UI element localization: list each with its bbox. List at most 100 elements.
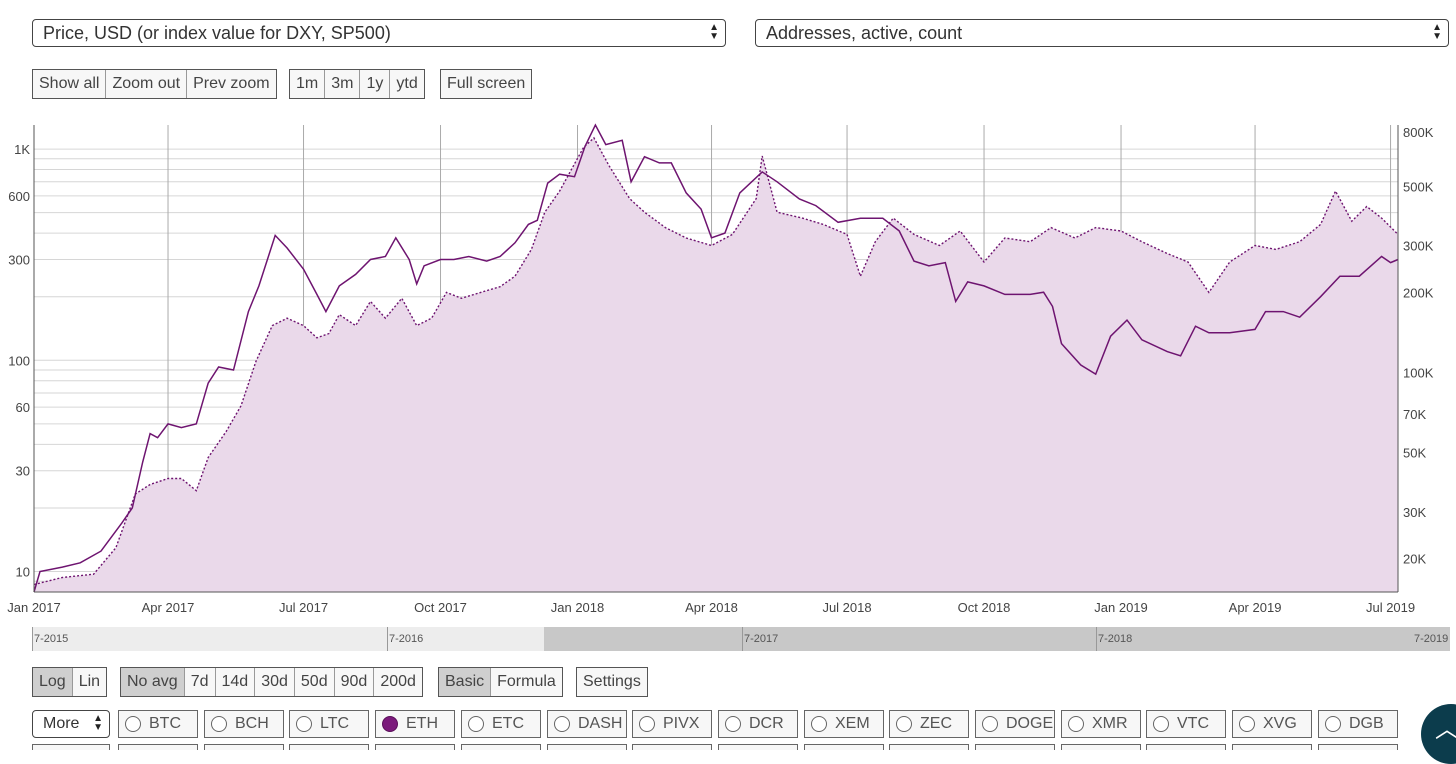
coin-option-label: LTC bbox=[320, 715, 350, 732]
y-right-tick-label: 800K bbox=[1403, 125, 1434, 140]
coin-option-label: BTC bbox=[149, 715, 181, 732]
coin-option-label: DOGE bbox=[1006, 715, 1054, 732]
more-select[interactable]: More ▲ ▼ bbox=[32, 710, 110, 738]
avg-30d-button[interactable]: 30d bbox=[255, 668, 295, 696]
log-scale-button[interactable]: Log bbox=[33, 668, 73, 696]
coin-option-vtc[interactable]: VTC bbox=[1146, 710, 1226, 738]
lin-scale-button[interactable]: Lin bbox=[72, 668, 107, 696]
coin-option-pivx[interactable]: PIVX bbox=[632, 710, 712, 738]
coin-option-dash[interactable]: DASH bbox=[547, 710, 627, 738]
basic-mode-button[interactable]: Basic bbox=[439, 668, 492, 696]
y-right-tick-label: 100K bbox=[1403, 366, 1434, 381]
coin-option-eth[interactable]: ETH bbox=[375, 710, 455, 738]
y-left-tick-label: 300 bbox=[8, 253, 30, 268]
navigator-label: 7-2018 bbox=[1098, 633, 1133, 645]
coin-option-next-row[interactable] bbox=[718, 744, 798, 750]
x-tick-label: Oct 2017 bbox=[414, 600, 467, 615]
show-all-button[interactable]: Show all bbox=[33, 70, 107, 98]
coin-option-label: ETH bbox=[406, 715, 438, 732]
radio-icon bbox=[211, 716, 227, 732]
avg-50d-button[interactable]: 50d bbox=[294, 668, 335, 696]
y-right-tick-label: 50K bbox=[1403, 446, 1426, 461]
coin-option-next-row[interactable] bbox=[1146, 744, 1226, 750]
full-screen-button[interactable]: Full screen bbox=[441, 70, 532, 98]
navigator-scrollbar[interactable]: 7-2015 7-2016 7-2017 7-2018 7-2019 bbox=[32, 627, 1450, 651]
y-right-tick-label: 70K bbox=[1403, 407, 1426, 422]
coin-option-next-row[interactable] bbox=[289, 744, 369, 750]
coin-option-zec[interactable]: ZEC bbox=[889, 710, 969, 738]
x-tick-label: Jul 2019 bbox=[1366, 600, 1415, 615]
x-tick-label: Apr 2018 bbox=[685, 600, 738, 615]
coin-option-xmr[interactable]: XMR bbox=[1061, 710, 1141, 738]
coin-option-xem[interactable]: XEM bbox=[804, 710, 884, 738]
x-tick-label: Jan 2019 bbox=[1094, 600, 1148, 615]
coin-option-label: DGB bbox=[1349, 715, 1384, 732]
navigator-tick bbox=[742, 627, 743, 651]
coin-option-label: BCH bbox=[235, 715, 269, 732]
range-button-group: 1m 3m 1y ytd bbox=[289, 69, 425, 99]
y-left-tick-label: 30 bbox=[16, 464, 30, 479]
x-tick-label: Jan 2018 bbox=[551, 600, 605, 615]
coin-option-next-row[interactable] bbox=[1232, 744, 1312, 750]
price-chart[interactable]: 10 30 60 100 300 600 1K 20K 30K 50K 70K 100K 200K 300… bbox=[0, 120, 1456, 622]
coin-option-next-row[interactable] bbox=[1061, 744, 1141, 750]
active-addresses-area bbox=[34, 137, 1398, 592]
avg-none-button[interactable]: No avg bbox=[121, 668, 185, 696]
coin-option-next-row[interactable] bbox=[804, 744, 884, 750]
coin-option-label: ETC bbox=[492, 715, 524, 732]
average-button-group: No avg 7d 14d 30d 50d 90d 200d bbox=[120, 667, 423, 697]
x-tick-label: Jul 2018 bbox=[822, 600, 871, 615]
coin-option-label: VTC bbox=[1177, 715, 1209, 732]
coin-option-dcr[interactable]: DCR bbox=[718, 710, 798, 738]
range-ytd-button[interactable]: ytd bbox=[390, 70, 424, 98]
coin-option-dgb[interactable]: DGB bbox=[1318, 710, 1398, 738]
coin-option-next-row[interactable] bbox=[461, 744, 541, 750]
coin-option-next-row[interactable] bbox=[204, 744, 284, 750]
navigator-selection[interactable] bbox=[544, 627, 1450, 651]
radio-icon bbox=[982, 716, 998, 732]
coin-option-xvg[interactable]: XVG bbox=[1232, 710, 1312, 738]
coin-option-next-row[interactable] bbox=[889, 744, 969, 750]
avg-200d-button[interactable]: 200d bbox=[374, 668, 422, 696]
avg-14d-button[interactable]: 14d bbox=[215, 668, 256, 696]
radio-icon bbox=[382, 716, 398, 732]
range-1y-button[interactable]: 1y bbox=[360, 70, 391, 98]
scale-button-group: Log Lin bbox=[32, 667, 108, 697]
coin-option-next-row[interactable] bbox=[118, 744, 198, 750]
y-left-tick-label: 1K bbox=[14, 142, 30, 157]
radio-icon bbox=[896, 716, 912, 732]
range-1m-button[interactable]: 1m bbox=[290, 70, 326, 98]
radio-icon bbox=[468, 716, 484, 732]
formula-mode-button[interactable]: Formula bbox=[491, 668, 562, 696]
settings-button[interactable]: Settings bbox=[577, 668, 647, 696]
prev-zoom-button[interactable]: Prev zoom bbox=[187, 70, 276, 98]
coin-option-next-row[interactable] bbox=[1318, 744, 1398, 750]
coin-option-label: XVG bbox=[1263, 715, 1297, 732]
coin-option-next-row[interactable] bbox=[375, 744, 455, 750]
chevron-up-icon[interactable]: ︿ bbox=[1421, 704, 1456, 764]
settings-group: Settings bbox=[576, 667, 648, 697]
coin-option-next-row[interactable] bbox=[975, 744, 1055, 750]
y-left-tick-label: 600 bbox=[8, 189, 30, 204]
right-metric-select[interactable]: Addresses, active, count ▲ ▼ bbox=[755, 19, 1449, 47]
chart-series bbox=[33, 123, 1399, 593]
x-tick-label: Apr 2017 bbox=[142, 600, 195, 615]
coin-option-next-row[interactable] bbox=[32, 744, 110, 750]
coin-option-next-row[interactable] bbox=[547, 744, 627, 750]
coin-option-bch[interactable]: BCH bbox=[204, 710, 284, 738]
zoom-out-button[interactable]: Zoom out bbox=[106, 70, 188, 98]
coin-option-next-row[interactable] bbox=[632, 744, 712, 750]
navigator-label: 7-2015 bbox=[34, 633, 69, 645]
mode-button-group: Basic Formula bbox=[438, 667, 563, 697]
avg-90d-button[interactable]: 90d bbox=[334, 668, 375, 696]
coin-option-btc[interactable]: BTC bbox=[118, 710, 198, 738]
coin-option-ltc[interactable]: LTC bbox=[289, 710, 369, 738]
coin-option-etc[interactable]: ETC bbox=[461, 710, 541, 738]
range-3m-button[interactable]: 3m bbox=[325, 70, 361, 98]
avg-7d-button[interactable]: 7d bbox=[184, 668, 216, 696]
y-right-tick-label: 20K bbox=[1403, 552, 1426, 567]
left-metric-select[interactable]: Price, USD (or index value for DXY, SP50… bbox=[32, 19, 726, 47]
y-right-tick-label: 500K bbox=[1403, 179, 1434, 194]
coin-option-doge[interactable]: DOGE bbox=[975, 710, 1055, 738]
radio-icon bbox=[1239, 716, 1255, 732]
